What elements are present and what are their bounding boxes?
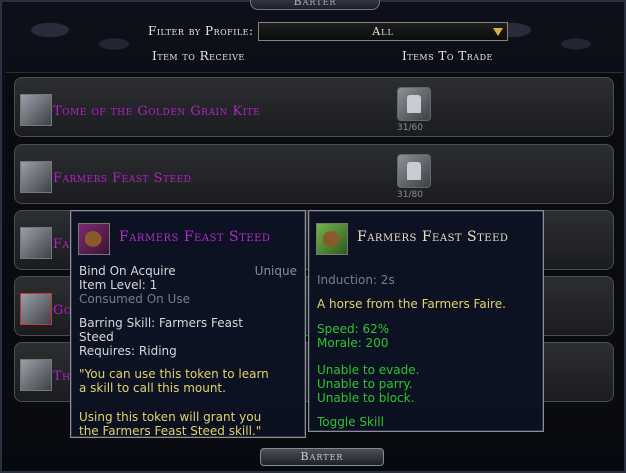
barter-row[interactable]: Tome of the Golden Grain Kite 31/60: [14, 77, 614, 137]
item-tooltip: Farmers Feast Steed Bind On Acquire Uniq…: [70, 210, 306, 438]
evade-text: Unable to evade.: [317, 363, 420, 377]
profile-filter-dropdown[interactable]: All: [258, 22, 508, 41]
skill-tooltip: Farmers Feast Steed Induction: 2s A hors…: [308, 210, 544, 432]
trade-count: 31/60: [397, 123, 423, 133]
flavor-text-4: the Farmers Feast Steed skill.": [79, 424, 262, 438]
horse-icon: [316, 223, 348, 255]
trade-token-icon[interactable]: [397, 154, 431, 188]
flavor-text-1: "You can use this token to learn: [79, 367, 269, 381]
row-item-name: Farmers Feast Steed: [53, 171, 192, 186]
bind-text: Bind On Acquire: [79, 264, 176, 278]
requires-text: Requires: Riding: [79, 344, 177, 358]
column-header-trade: Items To Trade: [402, 49, 493, 63]
barter-row[interactable]: Farmers Feast Steed 31/80: [14, 144, 614, 204]
flavor-text-3: Using this token will grant you: [79, 410, 262, 424]
trade-token-icon[interactable]: [397, 87, 431, 121]
barring-skill-line1: Barring Skill: Farmers Feast: [79, 316, 243, 330]
tooltip-item-title: Farmers Feast Steed: [119, 229, 271, 245]
skill-description: A horse from the Farmers Faire.: [317, 297, 506, 311]
horse-icon: [78, 223, 110, 255]
parry-text: Unable to parry.: [317, 377, 413, 391]
morale-stat: Morale: 200: [317, 336, 389, 350]
induction-text: Induction: 2s: [317, 273, 395, 287]
consumed-text: Consumed On Use: [79, 292, 190, 306]
toggle-skill-text: Toggle Skill: [317, 415, 384, 429]
unique-text: Unique: [254, 264, 297, 278]
frame-ornament-left: [2, 2, 162, 72]
window-title: Barter: [250, 0, 380, 10]
block-text: Unable to block.: [317, 391, 415, 405]
row-item-name: Th: [53, 369, 71, 384]
item-icon[interactable]: [20, 227, 52, 259]
column-header-receive: Item to Receive: [152, 49, 245, 63]
horse-icon[interactable]: [20, 359, 52, 391]
scroll-icon[interactable]: [20, 94, 52, 126]
barter-button[interactable]: Barter: [260, 448, 384, 466]
barter-window: Barter Filter by Profile: All Item to Re…: [0, 0, 626, 473]
horse-icon[interactable]: [20, 293, 52, 325]
row-item-name: Fa: [53, 237, 70, 252]
row-item-name: Go: [53, 303, 72, 318]
tooltip-skill-title: Farmers Feast Steed: [357, 229, 509, 245]
barring-skill-line2: Steed: [79, 330, 114, 344]
filter-label: Filter by Profile:: [148, 24, 254, 38]
profile-filter-value: All: [372, 25, 394, 38]
item-level: Item Level: 1: [79, 278, 158, 292]
horse-icon[interactable]: [20, 161, 52, 193]
flavor-text-2: a skill to call this mount.: [79, 381, 226, 395]
row-item-name: Tome of the Golden Grain Kite: [53, 104, 261, 119]
chevron-down-icon: [493, 28, 503, 36]
trade-count: 31/80: [397, 190, 423, 200]
speed-stat: Speed: 62%: [317, 322, 390, 336]
